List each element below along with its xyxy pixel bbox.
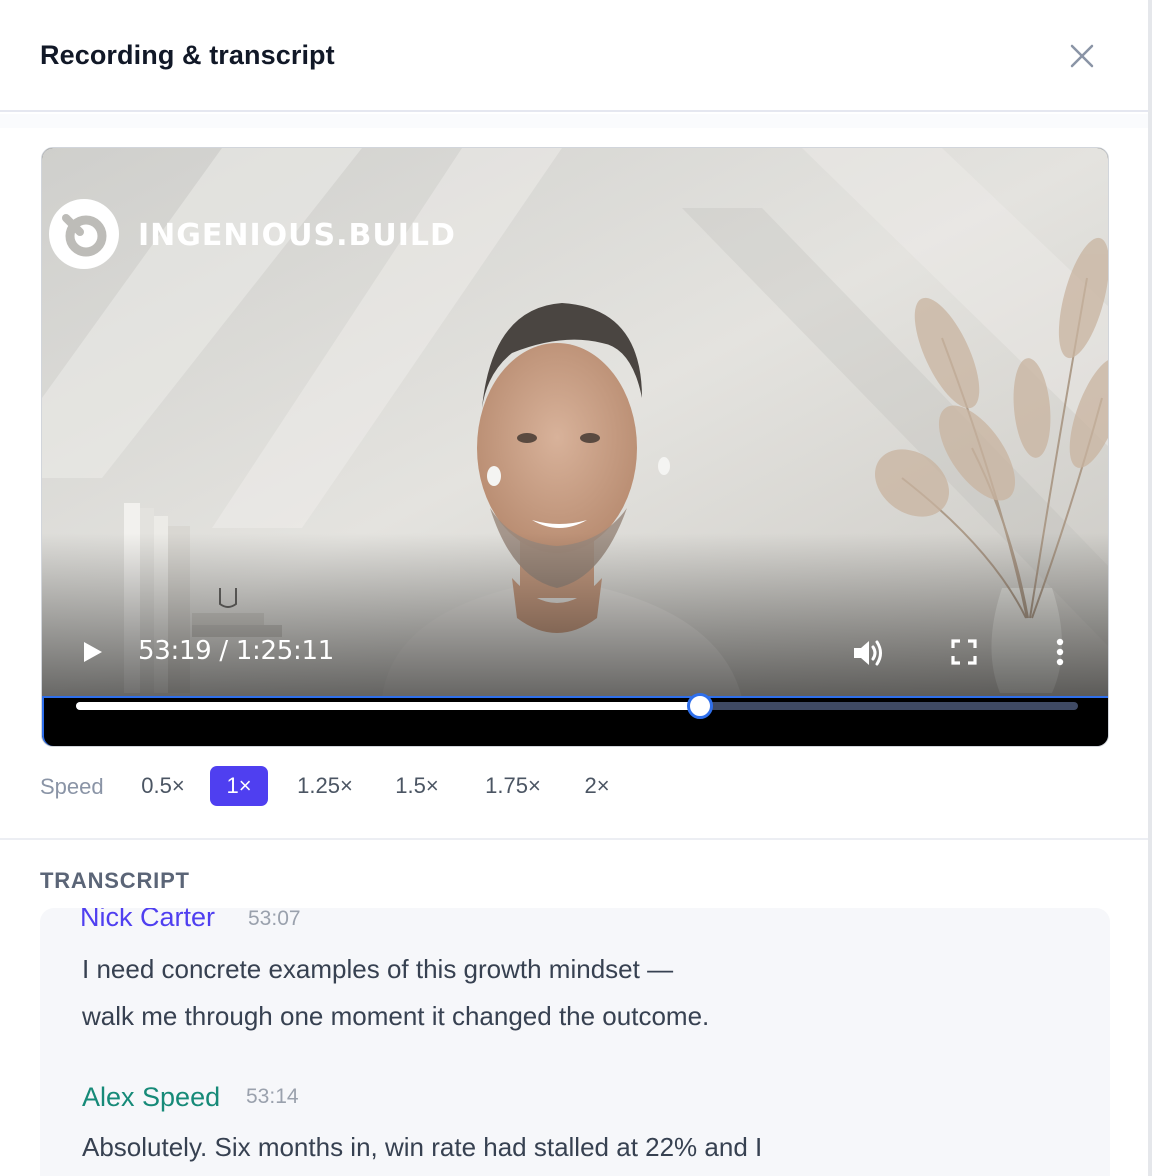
video-frame[interactable]: INGENIOUS.BUILD	[42, 148, 1108, 698]
progress-handle[interactable]	[687, 693, 714, 719]
play-icon	[84, 642, 102, 662]
speaker-name: Nick Carter	[80, 908, 216, 932]
transcript-list: Nick Carter 53:07 I need concrete exampl…	[40, 908, 1110, 1176]
close-icon	[1070, 44, 1094, 68]
speed-option[interactable]: 1.25×	[288, 766, 362, 806]
fullscreen-button[interactable]	[950, 638, 978, 666]
speaker-name: Alex Speed	[82, 1082, 221, 1112]
speed-option[interactable]: 1.5×	[390, 766, 444, 806]
video-player[interactable]: INGENIOUS.BUILD 53:19 / 1:25:11	[41, 147, 1109, 747]
section-divider	[0, 838, 1148, 840]
volume-icon	[854, 640, 882, 666]
playback-speed-selector: Speed 0.5× 1× 1.25× 1.5× 1.75× 2×	[40, 766, 940, 806]
transcript-heading: TRANSCRIPT	[40, 868, 190, 893]
speed-option[interactable]: 1.75×	[476, 766, 550, 806]
more-options-button[interactable]	[1048, 634, 1072, 670]
transcript-line: Absolutely. Six months in, win rate had …	[82, 1132, 763, 1162]
progress-bar-container	[42, 693, 1108, 746]
close-button[interactable]	[1064, 38, 1100, 74]
dialog-header: Recording & transcript	[0, 0, 1148, 112]
speed-option[interactable]: 0.5×	[134, 766, 192, 806]
brand-logo-text: INGENIOUS.BUILD	[138, 218, 456, 253]
progress-fill	[76, 702, 701, 710]
volume-button[interactable]	[850, 636, 886, 670]
transcript-line: walk me through one moment it changed th…	[82, 1001, 710, 1031]
entry-timestamp[interactable]: 53:07	[248, 908, 301, 931]
player-controls: 53:19 / 1:25:11	[42, 618, 1108, 698]
more-vertical-icon	[1056, 638, 1064, 666]
transcript-line: I need concrete examples of this growth …	[82, 954, 674, 984]
progress-bar[interactable]	[76, 693, 1078, 719]
fullscreen-icon	[951, 639, 977, 665]
entry-timestamp[interactable]: 53:14	[246, 1085, 299, 1109]
speed-option[interactable]: 1×	[210, 766, 268, 806]
brand-logo-icon	[49, 199, 119, 269]
header-spacer	[0, 114, 1148, 128]
speed-option[interactable]: 2×	[578, 766, 616, 806]
time-display: 53:19 / 1:25:11	[138, 636, 334, 666]
window-edge	[1148, 0, 1152, 1176]
recording-dialog: Recording & transcript INGENIOUS.BUILD 5…	[0, 0, 1148, 1176]
play-button[interactable]	[78, 638, 106, 666]
speed-label: Speed	[40, 774, 104, 799]
dialog-title: Recording & transcript	[40, 40, 335, 70]
